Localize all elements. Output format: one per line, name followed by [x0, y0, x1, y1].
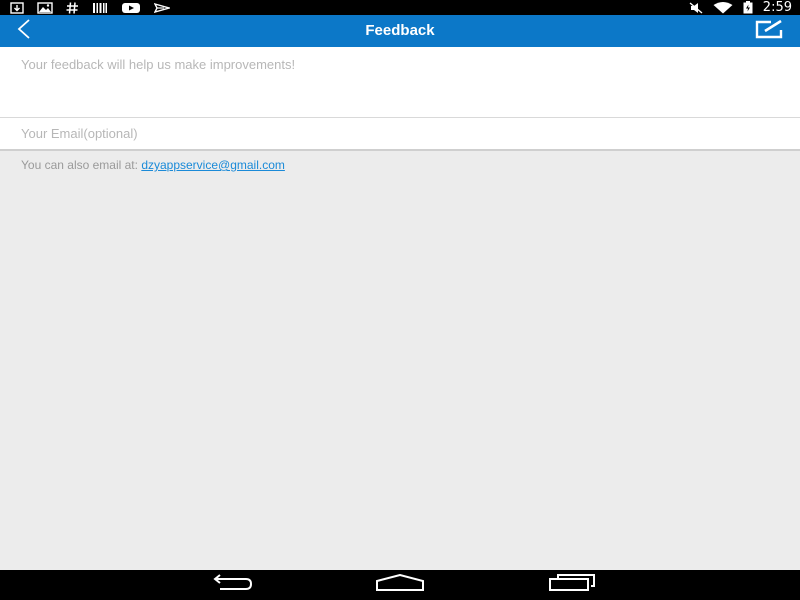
nav-recents-button[interactable]	[537, 570, 607, 600]
navigation-bar	[0, 570, 800, 600]
edit-send-icon	[755, 19, 785, 44]
home-nav-icon	[375, 573, 425, 597]
status-bar: 2:59	[0, 0, 800, 15]
youtube-icon	[121, 2, 141, 14]
nav-home-button[interactable]	[365, 570, 435, 600]
chevron-left-icon	[14, 18, 34, 45]
send-feedback-button[interactable]	[752, 15, 788, 47]
download-icon	[10, 1, 24, 14]
nav-back-button[interactable]	[195, 570, 265, 600]
email-container	[0, 118, 800, 149]
back-nav-icon	[206, 573, 254, 597]
battery-icon	[743, 1, 753, 14]
feedback-container	[0, 47, 800, 117]
clock: 2:59	[762, 0, 792, 15]
feedback-input[interactable]	[0, 47, 800, 117]
hash-icon	[66, 1, 79, 14]
wifi-icon	[713, 1, 733, 14]
page-title: Feedback	[365, 22, 435, 39]
contact-note: You can also email at: dzyappservice@gma…	[21, 158, 285, 172]
support-email-link[interactable]: dzyappservice@gmail.com	[141, 158, 285, 172]
image-icon	[37, 1, 53, 14]
system-icons: 2:59	[689, 0, 792, 15]
divider	[0, 149, 800, 151]
email-field[interactable]	[0, 118, 800, 149]
notification-icons	[10, 0, 170, 15]
app-bar: Feedback	[0, 15, 800, 47]
recents-nav-icon	[548, 573, 596, 597]
mute-icon	[689, 1, 703, 14]
plane-icon	[154, 2, 170, 14]
barcode-icon	[92, 2, 108, 14]
contact-note-label: You can also email at:	[21, 158, 142, 172]
back-button[interactable]	[14, 15, 48, 47]
